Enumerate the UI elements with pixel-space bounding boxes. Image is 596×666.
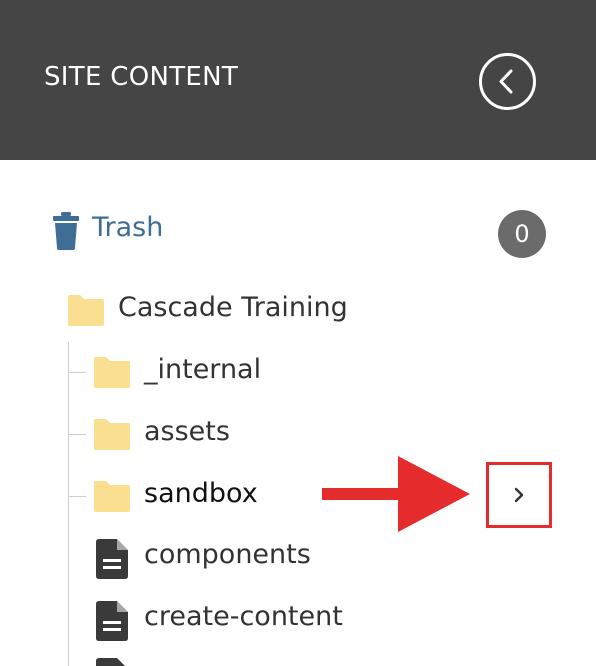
collapse-panel-button[interactable] xyxy=(479,53,536,110)
tree-connector-branch xyxy=(68,372,86,373)
tree-item-label: assets xyxy=(144,416,230,447)
tree-item-components[interactable]: components xyxy=(96,539,476,579)
tree-connector-branch xyxy=(68,434,86,435)
page-icon xyxy=(96,601,128,641)
tree-item-label: sandbox xyxy=(144,478,258,509)
expand-sandbox-button[interactable] xyxy=(486,462,552,528)
tree-item-label: _internal xyxy=(144,354,262,385)
tree-connector-line xyxy=(68,342,69,666)
tree-connector-branch xyxy=(68,496,86,497)
header-title: SITE CONTENT xyxy=(44,62,239,92)
trash-label: Trash xyxy=(92,212,164,243)
trash-icon xyxy=(53,212,79,250)
tree-item-create-content[interactable]: create-content xyxy=(96,601,476,641)
chevron-right-icon xyxy=(514,487,524,503)
tree-item-assets[interactable]: assets xyxy=(92,416,472,456)
tree-item-sandbox[interactable]: sandbox xyxy=(92,478,312,518)
page-icon-partial xyxy=(96,658,128,666)
tree-item-cascade-training[interactable]: Cascade Training xyxy=(66,292,486,332)
tree-item-label: Cascade Training xyxy=(118,292,348,323)
tree-item-label: create-content xyxy=(144,601,343,632)
trash-count-badge: 0 xyxy=(498,210,546,258)
tree-item-label: components xyxy=(144,539,311,570)
folder-icon xyxy=(68,295,104,326)
site-content-header: SITE CONTENT xyxy=(0,0,596,160)
annotation-arrow xyxy=(322,456,470,532)
folder-icon xyxy=(94,357,130,388)
folder-icon xyxy=(94,481,130,512)
folder-icon xyxy=(94,419,130,450)
chevron-left-icon xyxy=(499,69,513,94)
page-icon xyxy=(96,539,128,579)
tree-item-internal[interactable]: _internal xyxy=(92,354,472,394)
